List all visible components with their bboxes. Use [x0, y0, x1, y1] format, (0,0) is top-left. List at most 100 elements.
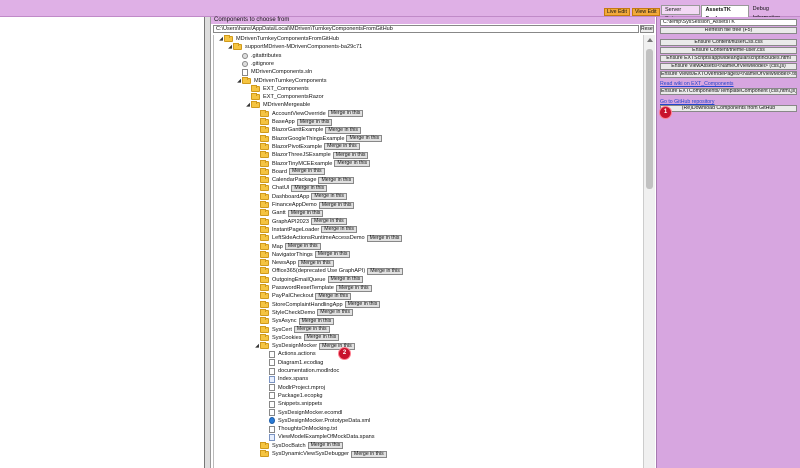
tree-folder-row[interactable]: BlazorPivotExample Merge in this [254, 142, 360, 151]
tree-folder-row[interactable]: NewsApp Merge in this [254, 259, 334, 267]
merge-in-this-button[interactable]: Merge in this [318, 176, 355, 184]
merge-in-this-button[interactable]: Merge in this [335, 284, 372, 292]
tree-folder-row[interactable]: BlazorGoogleThingsExample Merge in this [254, 134, 383, 143]
tree-file-row[interactable]: ThoughtsOnMocking.txt [263, 425, 337, 433]
merge-in-this-button[interactable]: Merge in this [291, 184, 328, 192]
tree-folder-row[interactable]: ◢ supportMDriven-MDrivenComponents-ba29c7… [227, 43, 362, 51]
merge-in-this-button[interactable]: Merge in this [284, 243, 321, 250]
tree-folder-row[interactable]: SysAsync Merge in this [254, 317, 335, 325]
tree-file-row[interactable]: Actions.actions [263, 350, 316, 358]
merge-in-this-button[interactable]: Merge in this [327, 276, 364, 284]
components-path-input[interactable]: C:\Users\hans\AppData\Local\MDriven\Turn… [213, 25, 639, 33]
merge-in-this-button[interactable]: Merge in this [325, 126, 362, 134]
merge-in-this-button[interactable]: Merge in this [366, 234, 403, 242]
tree-folder-row[interactable]: BlazorGanttExample Merge in this [254, 126, 362, 134]
tree-folder-row[interactable]: SysDocBatch Merge in this [254, 441, 344, 450]
tab-server-setup[interactable]: Server Setup [661, 5, 701, 22]
tree-file-row[interactable]: SysDesignMocker.PrototypeData.xml [263, 417, 370, 425]
tree-file-row[interactable]: ViewModelExampleOfMockData.spans [263, 433, 375, 441]
tree-file-row[interactable]: Index.spans [263, 375, 308, 383]
merge-in-this-button[interactable]: Merge in this [297, 259, 334, 267]
merge-in-this-button[interactable]: Merge in this [303, 334, 340, 342]
tree-folder-row[interactable]: OutgoingEmailQueue Merge in this [254, 275, 364, 284]
tree-folder-row[interactable]: StoreComplaintHandlingApp Merge in this [254, 300, 381, 309]
tree-folder-row[interactable]: StyleCheckDemo Merge in this [254, 308, 353, 317]
merge-in-this-button[interactable]: Merge in this [307, 442, 344, 450]
merge-in-this-button[interactable]: Merge in this [319, 342, 355, 350]
merge-in-this-button[interactable]: Merge in this [327, 110, 364, 118]
view-edit-button[interactable]: View Edit [632, 8, 660, 16]
tree-scrollbar[interactable] [643, 35, 655, 468]
ensure-extscripts-button[interactable]: Ensure EXTScripts/appwideangularscriptin… [660, 55, 797, 62]
tree-folder-row[interactable]: SysDynamicViewSysDebugger Merge in this [254, 450, 387, 458]
tree-file-row[interactable]: MDrivenComponents.sln [236, 68, 312, 76]
tree-folder-row[interactable]: Office365(deprecated Use GraphAPI) Merge … [254, 267, 403, 275]
tree-folder-row[interactable]: SysCert Merge in this [254, 325, 330, 334]
merge-in-this-button[interactable]: Merge in this [332, 151, 369, 159]
tree-file-row[interactable]: ModlrProject.mproj [263, 384, 325, 392]
tree-file-row[interactable]: Diagram1.ecodiag [263, 359, 323, 367]
merge-in-this-button[interactable]: Merge in this [311, 218, 347, 226]
tree-folder-row[interactable]: BaseApp Merge in this [254, 118, 333, 126]
tree-folder-row[interactable]: ◢ MDrivenMergeable [245, 101, 310, 109]
scroll-up-icon[interactable] [647, 38, 653, 42]
ensure-theme-user-css-button[interactable]: Ensure Content/theme-user.css [660, 47, 797, 54]
tree-folder-row[interactable]: AccountViewOverride Merge in this [254, 109, 364, 118]
live-edit-button[interactable]: Live Edit [604, 8, 630, 16]
merge-in-this-button[interactable]: Merge in this [315, 292, 352, 300]
tree-folder-row[interactable]: InstantPageLoader Merge in this [254, 225, 357, 234]
merge-in-this-button[interactable]: Merge in this [311, 193, 348, 201]
tree-file-row[interactable]: Package1.ecopkg [263, 392, 322, 400]
merge-in-this-button[interactable]: Merge in this [288, 168, 325, 176]
merge-in-this-button[interactable]: Merge in this [318, 201, 355, 209]
download-components-button[interactable]: (Re)Download Components from GitHub [660, 105, 797, 112]
reset-button[interactable]: Reset [640, 25, 654, 33]
merge-in-this-button[interactable]: Merge in this [324, 143, 360, 151]
ensure-fluser-css-button[interactable]: Ensure Content/fluserCss.css [660, 39, 797, 46]
tree-file-row[interactable]: .gitignore [236, 60, 274, 68]
tree-folder-row[interactable]: ◢ MDrivenTurnkeyComponents [236, 76, 327, 85]
ensure-views-ext-override-button[interactable]: Ensure Views/EXTOverridePages/<NameOfVie… [660, 71, 797, 78]
tree-folder-row[interactable]: EXT_Components [245, 84, 309, 93]
scroll-thumb[interactable] [646, 49, 653, 189]
tree-folder-row[interactable]: FinanceAppDemo Merge in this [254, 201, 355, 209]
ensure-viewassets-button[interactable]: Ensure ViewAssets/<NameOfViewModel> (css… [660, 63, 797, 70]
merge-in-this-button[interactable]: Merge in this [346, 135, 383, 143]
tree-folder-row[interactable]: PayPalCheckout Merge in this [254, 292, 352, 300]
merge-in-this-button[interactable]: Merge in this [287, 209, 324, 217]
tree-folder-row[interactable]: ChatUI Merge in this [254, 184, 328, 192]
tree-folder-row[interactable]: Gantt Merge in this [254, 209, 324, 217]
tree-file-row[interactable]: documentation.modlrdoc [263, 367, 339, 375]
tree-folder-row[interactable]: GraphAPI2023 Merge in this [254, 217, 347, 226]
merge-in-this-button[interactable]: Merge in this [296, 118, 333, 126]
tree-folder-row[interactable]: SysCookies Merge in this [254, 333, 340, 342]
merge-in-this-button[interactable]: Merge in this [334, 160, 371, 167]
ensure-template-component-button[interactable]: Ensure EXTComponents/TemplateComponent (… [660, 88, 797, 95]
merge-in-this-button[interactable]: Merge in this [351, 450, 387, 458]
refresh-tree-button[interactable]: Refresh file tree (F5) [660, 27, 797, 34]
tree-file-row[interactable]: SysDesignMocker.ecomdl [263, 409, 342, 417]
merge-in-this-button[interactable]: Merge in this [367, 267, 403, 275]
tab-assetstk-synk[interactable]: AssetsTK Synk [701, 5, 749, 22]
tree-folder-row[interactable]: LeftSideActionsRuntimeAccessDemo Merge in… [254, 234, 403, 242]
tree-folder-row[interactable]: BlazorThreeJSExample Merge in this [254, 151, 369, 159]
merge-in-this-button[interactable]: Merge in this [321, 226, 357, 234]
tree-folder-row[interactable]: BlazorTinyMCEExample Merge in this [254, 159, 371, 168]
merge-in-this-button[interactable]: Merge in this [314, 251, 351, 259]
tree-folder-row[interactable]: PasswordResetTemplate Merge in this [254, 284, 372, 292]
session-path-input[interactable]: C:\temp\SysSession_AssetsTK [660, 19, 797, 26]
merge-in-this-button[interactable]: Merge in this [344, 301, 381, 309]
tree-folder-row[interactable]: EXT_ComponentsRazor [245, 93, 324, 101]
merge-in-this-button[interactable]: Merge in this [298, 317, 335, 325]
wiki-link[interactable]: Read wiki on EXT_Components [660, 81, 734, 87]
tree-folder-row[interactable]: Board Merge in this [254, 167, 325, 176]
splitter[interactable] [205, 17, 211, 468]
tree-folder-row[interactable]: CalendarPackage Merge in this [254, 176, 355, 184]
tree-file-row[interactable]: .gitattributes [236, 52, 281, 60]
tree-file-row[interactable]: Snippets.snippets [263, 400, 322, 408]
merge-in-this-button[interactable]: Merge in this [317, 309, 353, 317]
merge-in-this-button[interactable]: Merge in this [293, 326, 330, 333]
tree-folder-row[interactable]: DashboardApp Merge in this [254, 192, 348, 201]
tab-debug-information[interactable]: Debug Information [749, 5, 800, 21]
tree-folder-row[interactable]: ◢ MDrivenTurnkeyComponentsFromGitHub [218, 35, 339, 43]
